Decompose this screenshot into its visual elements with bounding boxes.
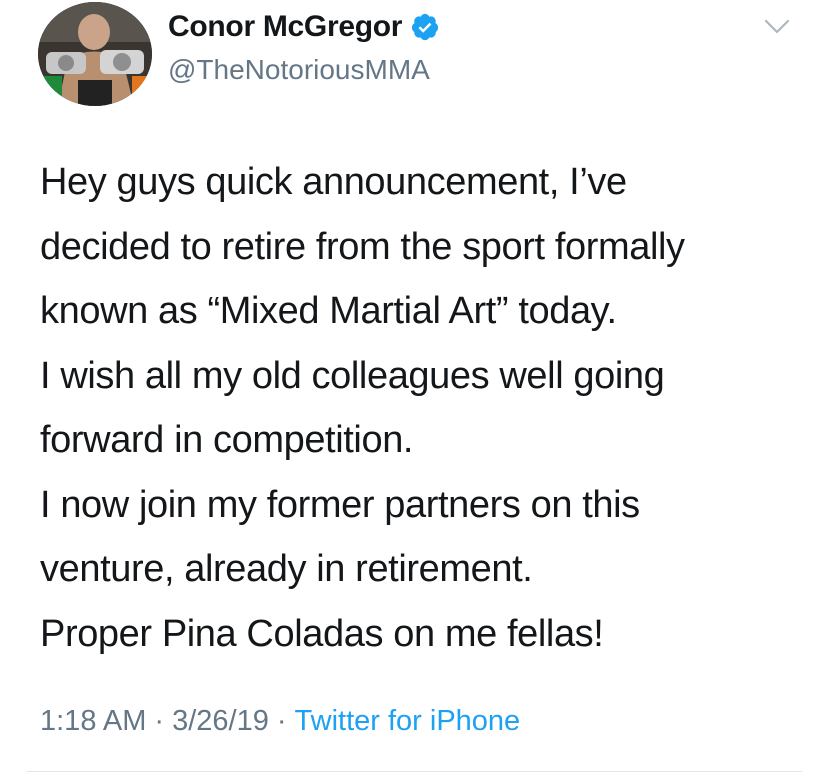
display-name[interactable]: Conor McGregor (168, 10, 402, 44)
avatar[interactable] (38, 2, 152, 106)
tweet-text-line: Hey guys quick announcement, I’ve (40, 161, 627, 203)
tweet-text-line: I wish all my old colleagues well going (40, 354, 665, 397)
display-name-row[interactable]: Conor McGregor (168, 10, 440, 44)
tweet-text-line: venture, already in retirement. (40, 548, 533, 590)
divider (26, 771, 802, 772)
tweet-source-link[interactable]: Twitter for iPhone (295, 705, 521, 737)
tweet-date[interactable]: 3/26/19 (172, 705, 269, 737)
avatar-image (38, 2, 152, 106)
chevron-down-icon[interactable] (764, 18, 790, 36)
tweet-text-line: Proper Pina Coladas on me fellas! (40, 612, 604, 655)
user-handle[interactable]: @TheNotoriousMMA (168, 54, 430, 86)
meta-separator: · (276, 705, 287, 737)
tweet-text-line: decided to retire from the sport formall… (40, 225, 685, 268)
tweet-card: Conor McGregor @TheNotoriousMMA Hey guys… (0, 0, 828, 783)
meta-separator: · (154, 705, 165, 737)
tweet-time[interactable]: 1:18 AM (40, 705, 146, 737)
tweet-text-line: known as “Mixed Martial Art” today. (40, 290, 617, 332)
tweet-text: Hey guys quick announcement, I’ve decide… (40, 150, 820, 666)
tweet-text-line: I now join my former partners on this (40, 483, 640, 526)
tweet-meta: 1:18 AM · 3/26/19 · Twitter for iPhone (40, 705, 520, 738)
verified-badge-icon (410, 12, 440, 42)
tweet-text-line: forward in competition. (40, 419, 414, 461)
